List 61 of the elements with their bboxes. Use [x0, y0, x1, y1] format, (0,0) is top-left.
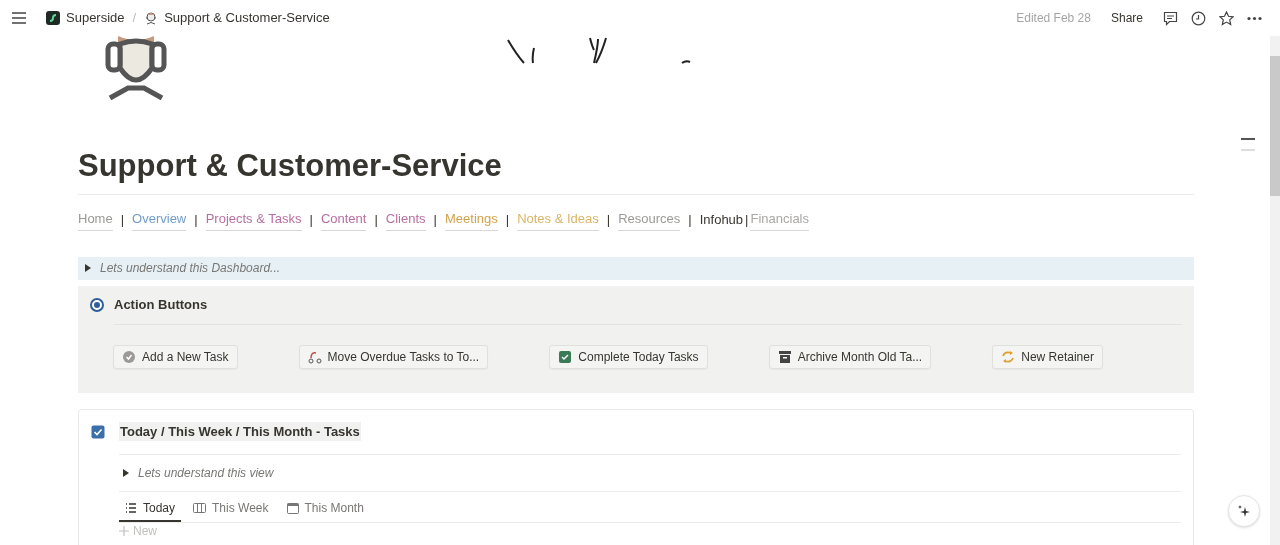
sparkle-icon: [1237, 504, 1251, 518]
archive-box-icon: [777, 349, 792, 364]
nav-separator: |: [688, 211, 692, 229]
nav-separator: |: [433, 211, 437, 229]
view-tab[interactable]: This Week: [187, 495, 275, 522]
list-icon: [125, 501, 137, 514]
action-button[interactable]: Add a New Task: [113, 344, 238, 369]
expand-caret-icon[interactable]: [122, 468, 130, 477]
toggle-label: Lets understand this view: [138, 464, 274, 482]
ai-assistant-button[interactable]: [1228, 495, 1260, 527]
toggle-block[interactable]: Lets understand this view: [119, 454, 1181, 491]
expand-caret-icon[interactable]: [84, 264, 92, 272]
refresh-arrows-icon: [1001, 349, 1016, 364]
board-icon: [193, 501, 207, 514]
view-tab[interactable]: Today: [119, 495, 182, 522]
section-title: Today / This Week / This Month - Tasks: [119, 421, 361, 442]
menu-icon[interactable]: [12, 12, 26, 24]
nav-link[interactable]: Resources: [618, 209, 681, 231]
outline-icon[interactable]: [1241, 138, 1255, 151]
breadcrumb-separator: /: [132, 9, 137, 28]
clock-icon[interactable]: [1191, 10, 1206, 26]
breadcrumb-link[interactable]: Support & Customer-Service: [144, 8, 330, 28]
nav-separator: |: [194, 211, 198, 229]
nav-link[interactable]: Content: [320, 209, 367, 231]
check-circle-icon: [122, 349, 136, 364]
scrollbar[interactable]: [1270, 36, 1280, 545]
nav-link[interactable]: Home: [78, 209, 113, 231]
star-icon[interactable]: [1219, 10, 1234, 26]
nav-link[interactable]: Meetings: [445, 209, 498, 231]
nav-link[interactable]: Clients: [385, 209, 426, 231]
nav-separator: |: [374, 211, 378, 229]
share-button[interactable]: Share: [1110, 9, 1143, 27]
toggle-block[interactable]: Lets understand this Dashboard...: [78, 256, 1194, 280]
edited-date: Edited Feb 28: [1016, 10, 1091, 27]
plus-icon: [119, 525, 129, 536]
calendar-icon: [286, 501, 299, 514]
workspace-logo-icon: [46, 11, 60, 25]
comment-icon[interactable]: [1163, 10, 1178, 26]
nav-link[interactable]: Financials: [750, 209, 809, 231]
breadcrumb-link[interactable]: Superside: [46, 8, 125, 28]
nav-separator: |: [606, 211, 611, 229]
action-button[interactable]: Complete Today Tasks: [549, 344, 708, 369]
nav-link[interactable]: Overview: [132, 209, 187, 231]
nav-link[interactable]: Projects & Tasks: [205, 209, 302, 231]
nav-separator: |: [745, 211, 749, 229]
view-tab[interactable]: This Month: [280, 495, 370, 522]
page-title: Support & Customer-Service: [78, 147, 503, 185]
nav-link[interactable]: Infohub: [699, 209, 744, 230]
action-button[interactable]: New Retainer: [992, 344, 1103, 369]
checkbox-icon: [558, 349, 573, 364]
headset-person-icon: [144, 11, 159, 25]
action-button[interactable]: Move Overdue Tasks to To...: [298, 344, 489, 369]
toggle-label: Lets understand this Dashboard...: [100, 260, 281, 277]
radio-dot-icon: [90, 297, 104, 312]
checked-checkbox-icon[interactable]: [91, 424, 105, 439]
section-title: Action Buttons: [114, 295, 208, 314]
action-button[interactable]: Archive Month Old Ta...: [768, 344, 932, 369]
nav-separator: |: [120, 211, 125, 229]
nav-separator: |: [505, 211, 510, 229]
route-icon: [307, 349, 322, 364]
nav-separator: |: [309, 211, 313, 229]
